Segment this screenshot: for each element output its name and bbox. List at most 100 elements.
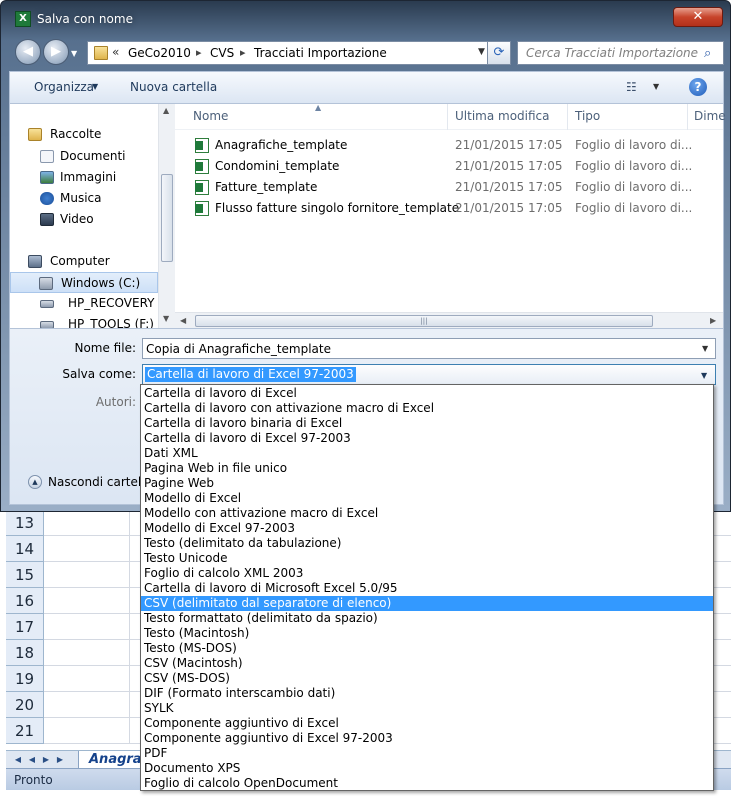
refresh-button[interactable]: ⟳ [487,41,511,65]
worksheet-cell[interactable] [44,588,130,614]
column-header-type[interactable]: Tipo [575,109,600,123]
savetype-option[interactable]: CSV (Macintosh) [141,656,713,671]
scroll-down-icon[interactable]: ▼ [163,314,169,323]
row-number[interactable]: 17 [6,614,44,640]
savetype-option[interactable]: Cartella di lavoro di Microsoft Excel 5.… [141,581,713,596]
row-number[interactable]: 21 [6,718,44,744]
close-button[interactable]: ✕ [673,7,723,27]
file-row[interactable]: Fatture_template 21/01/2015 17:05 Foglio… [175,177,723,198]
column-header-modified[interactable]: Ultima modifica [455,109,550,123]
chevron-down-icon[interactable]: ▼ [702,344,708,353]
savetype-option[interactable]: Modello di Excel [141,491,713,506]
savetype-option[interactable]: Pagine Web [141,476,713,491]
savetype-option[interactable]: Cartella di lavoro con attivazione macro… [141,401,713,416]
search-box[interactable]: Cerca Tracciati Importazione ⌕ [517,41,724,65]
worksheet-cell[interactable] [44,640,130,666]
column-divider[interactable] [687,104,688,130]
breadcrumb-separator-icon[interactable]: ▸ [240,46,246,59]
search-input[interactable]: Cerca Tracciati Importazione [526,46,698,60]
horizontal-scrollbar[interactable]: ◀ ||| ▶ [175,312,723,328]
scroll-up-icon[interactable]: ▲ [163,106,169,115]
row-number[interactable]: 14 [6,536,44,562]
savetype-option[interactable]: Testo Unicode [141,551,713,566]
column-divider[interactable] [567,104,568,130]
savetype-option[interactable]: Foglio di calcolo XML 2003 [141,566,713,581]
savetype-option[interactable]: PDF [141,746,713,761]
scroll-right-icon[interactable]: ▶ [710,316,716,325]
savetype-option[interactable]: Documento XPS [141,761,713,776]
savetype-option[interactable]: Modello con attivazione macro di Excel [141,506,713,521]
next-sheet-icon[interactable]: ▶ [40,754,52,766]
filename-field[interactable] [142,338,716,359]
savetype-option[interactable]: Cartella di lavoro di Excel [141,386,713,401]
sidebar-item-immagini[interactable]: Immagini [10,167,158,188]
row-number[interactable]: 20 [6,692,44,718]
chevron-down-icon[interactable]: ▼ [701,371,707,380]
title-bar[interactable]: X Salva con nome ✕ [1,1,730,35]
breadcrumb-tracciati[interactable]: Tracciati Importazione [254,46,387,60]
address-bar[interactable]: « GeCo2010 ▸ CVS ▸ Tracciati Importazion… [87,41,505,65]
savetype-dropdown[interactable]: Cartella di lavoro di Excel 97-2003 ▼ [142,364,716,385]
sidebar-item-hp-recovery[interactable]: HP_RECOVERY (D [10,293,158,314]
sidebar-item-hp-tools[interactable]: HP_TOOLS (F:) [10,314,158,328]
file-row[interactable]: Condomini_template 21/01/2015 17:05 Fogl… [175,156,723,177]
worksheet-cell[interactable] [44,692,130,718]
savetype-option[interactable]: Testo (Macintosh) [141,626,713,641]
savetype-option[interactable]: Componente aggiuntivo di Excel [141,716,713,731]
sidebar-item-windows-c[interactable]: Windows (C:) [10,272,158,293]
column-header-name[interactable]: Nome [193,109,228,123]
row-number[interactable]: 13 [6,510,44,536]
worksheet-cell[interactable] [44,666,130,692]
chevron-down-icon[interactable]: ▼ [92,82,98,91]
savetype-option[interactable]: Testo (delimitato da tabulazione) [141,536,713,551]
scroll-left-icon[interactable]: ◀ [180,316,186,325]
worksheet-cell[interactable] [44,536,130,562]
help-icon[interactable]: ? [689,78,707,96]
chevron-down-icon[interactable]: ▼ [653,82,659,91]
savetype-option[interactable]: Pagina Web in file unico [141,461,713,476]
sidebar-item-video[interactable]: Video [10,209,158,230]
back-button[interactable]: ◀ [15,39,41,65]
forward-button[interactable]: ▶ [43,39,69,65]
views-icon[interactable]: ☷ [626,80,637,94]
savetype-option[interactable]: Cartella di lavoro binaria di Excel [141,416,713,431]
savetype-option[interactable]: Testo (MS-DOS) [141,641,713,656]
new-folder-button[interactable]: Nuova cartella [130,80,217,94]
organize-button[interactable]: Organizza [34,80,94,94]
row-number[interactable]: 16 [6,588,44,614]
first-sheet-icon[interactable]: ◀ [12,754,24,766]
chevron-up-icon[interactable]: ▲ [28,475,42,489]
sidebar-scroll-thumb[interactable] [161,174,173,262]
file-row[interactable]: Flusso fatture singolo fornitore_templat… [175,198,723,219]
column-header-size[interactable]: Dime [694,109,726,123]
sidebar-scrollbar[interactable]: ▲ ▼ [158,104,175,328]
savetype-option[interactable]: Testo formattato (delimitato da spazio) [141,611,713,626]
last-sheet-icon[interactable]: ▶ [54,754,66,766]
file-row[interactable]: Anagrafiche_template 21/01/2015 17:05 Fo… [175,135,723,156]
breadcrumb-overflow[interactable]: « [112,45,119,59]
worksheet-cell[interactable] [44,614,130,640]
breadcrumb-separator-icon[interactable]: ▸ [196,46,202,59]
recent-locations-arrow-icon[interactable]: ▼ [71,49,81,59]
worksheet-cell[interactable] [44,718,130,744]
sidebar-item-documenti[interactable]: Documenti [10,146,158,167]
savetype-option[interactable]: Foglio di calcolo OpenDocument [141,776,713,791]
savetype-option[interactable]: Cartella di lavoro di Excel 97-2003 [141,431,713,446]
search-icon[interactable]: ⌕ [704,47,718,61]
sidebar-item-raccolte[interactable]: Raccolte [10,124,158,145]
savetype-option[interactable]: Componente aggiuntivo di Excel 97-2003 [141,731,713,746]
sidebar-item-musica[interactable]: Musica [10,188,158,209]
savetype-option[interactable]: DIF (Formato interscambio dati) [141,686,713,701]
breadcrumb-geco2010[interactable]: GeCo2010 [128,46,191,60]
column-divider[interactable] [447,104,448,130]
row-number[interactable]: 15 [6,562,44,588]
breadcrumb-cvs[interactable]: CVS [210,46,234,60]
savetype-option[interactable]: Dati XML [141,446,713,461]
savetype-option[interactable]: CSV (delimitato dal separatore di elenco… [141,596,713,611]
savetype-option[interactable]: CSV (MS-DOS) [141,671,713,686]
savetype-option[interactable]: Modello di Excel 97-2003 [141,521,713,536]
sidebar-item-computer[interactable]: Computer [10,251,158,272]
hide-folders-button[interactable]: Nascondi cartelle [48,475,152,489]
worksheet-cell[interactable] [44,510,130,536]
horizontal-scroll-thumb[interactable]: ||| [195,315,653,327]
